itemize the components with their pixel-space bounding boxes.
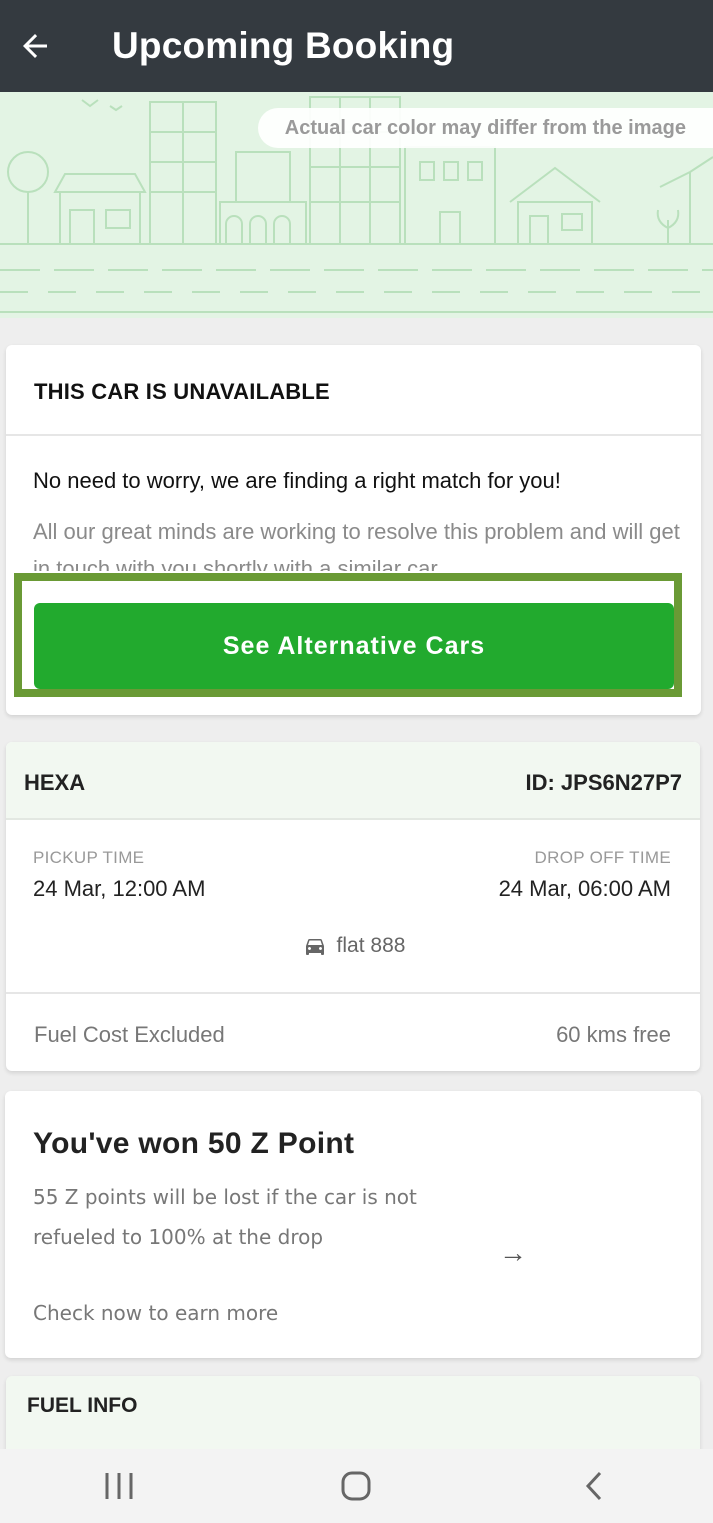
car-plate-row: flat 888 — [6, 934, 700, 958]
booking-id: ID: JPS6N27P7 — [525, 770, 682, 795]
free-kms-note: 60 kms free — [556, 1022, 671, 1047]
fuel-cost-note: Fuel Cost Excluded — [34, 1022, 225, 1047]
app-bar: Upcoming Booking — [0, 0, 713, 92]
dropoff-time-label: DROP OFF TIME — [534, 848, 671, 867]
booking-header: HEXA ID: JPS6N27P7 — [6, 742, 700, 820]
car-color-disclaimer: Actual car color may differ from the ima… — [257, 108, 713, 148]
page-title: Upcoming Booking — [112, 25, 455, 66]
booking-details-card[interactable]: HEXA ID: JPS6N27P7 PICKUP TIME 24 Mar, 1… — [6, 742, 700, 1071]
nav-back-icon — [586, 1471, 602, 1501]
divider — [6, 434, 701, 436]
back-arrow-icon — [23, 34, 47, 58]
dropoff-time-value: 24 Mar, 06:00 AM — [498, 876, 671, 901]
fuel-info-title: FUEL INFO — [27, 1394, 138, 1417]
fuel-info-card: FUEL INFO — [6, 1376, 700, 1456]
car-plate: flat 888 — [336, 934, 406, 957]
car-icon — [305, 939, 324, 955]
car-unavailable-card: THIS CAR IS UNAVAILABLE No need to worry… — [6, 345, 701, 715]
earn-more-link[interactable]: Check now to earn more — [33, 1301, 278, 1325]
alternative-cars-highlight: See Alternative Cars — [14, 573, 682, 697]
unavailable-title: THIS CAR IS UNAVAILABLE — [34, 379, 330, 404]
home-button[interactable] — [296, 1456, 416, 1516]
unavailable-message: No need to worry, we are finding a right… — [33, 468, 561, 493]
system-navigation-bar — [0, 1449, 713, 1523]
divider — [6, 992, 700, 994]
z-points-card[interactable]: You've won 50 Z Point 55 Z points will b… — [5, 1091, 701, 1358]
recents-button[interactable] — [59, 1456, 179, 1516]
pickup-time-label: PICKUP TIME — [33, 848, 145, 867]
z-points-title: You've won 50 Z Point — [33, 1127, 355, 1160]
arrow-right-icon[interactable]: → — [499, 1237, 527, 1269]
car-image-banner: Actual car color may differ from the ima… — [0, 92, 713, 318]
nav-back-button[interactable] — [534, 1456, 654, 1516]
see-alternative-cars-button[interactable]: See Alternative Cars — [34, 603, 674, 689]
z-points-description: 55 Z points will be lost if the car is n… — [33, 1185, 417, 1249]
car-model: HEXA — [24, 770, 86, 795]
back-button[interactable] — [0, 0, 70, 92]
pickup-time-value: 24 Mar, 12:00 AM — [33, 876, 206, 901]
unavailable-description: All our great minds are working to resol… — [33, 519, 680, 571]
recents-icon — [105, 1473, 133, 1499]
home-icon — [341, 1471, 371, 1501]
